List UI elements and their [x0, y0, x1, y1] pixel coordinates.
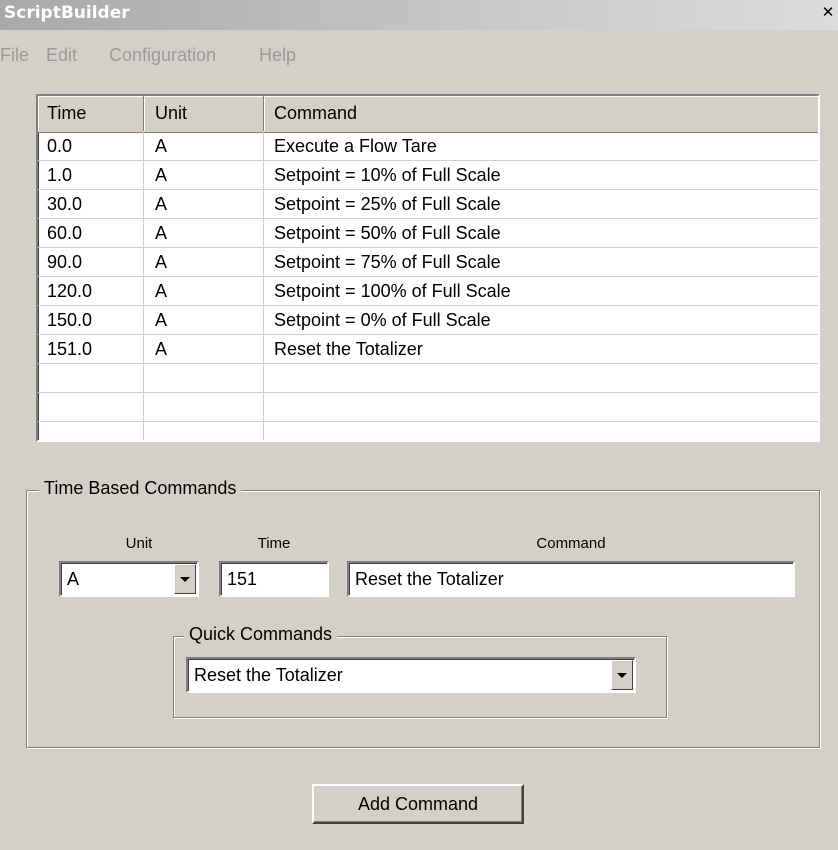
cell-unit: A [144, 248, 264, 276]
cell-time: 1.0 [38, 161, 144, 189]
command-table[interactable]: Time Unit Command 0.0 A Execute a Flow Tar… [36, 94, 820, 442]
add-command-button[interactable]: Add Command [312, 784, 524, 824]
time-label: Time [257, 535, 291, 552]
quick-commands-group: Quick Commands Reset the Totalizer [173, 624, 667, 718]
table-row[interactable]: 120.0 A Setpoint = 100% of Full Scale [38, 277, 818, 306]
table-row[interactable] [38, 364, 818, 393]
cell-time: 150.0 [38, 306, 144, 334]
cell-command: Setpoint = 100% of Full Scale [274, 281, 511, 301]
quick-commands-dropdown-button[interactable] [611, 660, 633, 690]
cell-unit: A [144, 306, 264, 334]
close-icon[interactable]: ✕ [820, 4, 836, 20]
menu-configuration[interactable]: Configuration [109, 45, 216, 66]
table-row[interactable] [38, 393, 818, 422]
table-header: Time Unit Command [38, 96, 818, 133]
time-input[interactable]: 151 [219, 561, 329, 597]
time-based-commands-group: Time Based Commands Unit Time Command A … [26, 478, 820, 748]
cell-command: Setpoint = 75% of Full Scale [274, 252, 501, 272]
cell-command: Setpoint = 50% of Full Scale [274, 223, 501, 243]
table-row[interactable]: 1.0 A Setpoint = 10% of Full Scale [38, 161, 818, 190]
command-input[interactable]: Reset the Totalizer [347, 561, 795, 597]
column-header-unit[interactable]: Unit [144, 96, 264, 131]
unit-select-value: A [67, 568, 80, 589]
time-input-value: 151 [227, 568, 258, 589]
cell-command [264, 422, 818, 440]
cell-unit: A [144, 132, 264, 160]
quick-commands-title: Quick Commands [184, 624, 338, 645]
table-row[interactable] [38, 422, 818, 440]
cell-command [264, 364, 818, 392]
unit-select[interactable]: A [59, 561, 199, 597]
cell-time: 90.0 [38, 248, 144, 276]
cell-time: 120.0 [38, 277, 144, 305]
cell-command: Reset the Totalizer [274, 339, 423, 359]
unit-label: Unit [125, 535, 153, 552]
table-row[interactable]: 151.0 A Reset the Totalizer [38, 335, 818, 364]
cell-time: 30.0 [38, 190, 144, 218]
time-based-commands-title: Time Based Commands [39, 478, 242, 499]
cell-unit: A [144, 161, 264, 189]
table-row[interactable]: 150.0 A Setpoint = 0% of Full Scale [38, 306, 818, 335]
cell-unit [144, 393, 264, 421]
quick-commands-value: Reset the Totalizer [194, 664, 343, 685]
cell-command: Setpoint = 0% of Full Scale [274, 310, 491, 330]
quick-commands-select[interactable]: Reset the Totalizer [186, 657, 636, 693]
cell-unit: A [144, 219, 264, 247]
window-title: ScriptBuilder [4, 3, 130, 23]
table-body: 0.0 A Execute a Flow Tare 1.0 A Setpoint = 1… [38, 132, 818, 440]
table-row[interactable]: 60.0 A Setpoint = 50% of Full Scale [38, 219, 818, 248]
command-input-value: Reset the Totalizer [355, 568, 504, 589]
cell-command: Setpoint = 25% of Full Scale [274, 194, 501, 214]
table-row[interactable]: 90.0 A Setpoint = 75% of Full Scale [38, 248, 818, 277]
column-header-command[interactable]: Command [264, 96, 818, 131]
cell-command: Execute a Flow Tare [274, 136, 437, 156]
table-row[interactable]: 0.0 A Execute a Flow Tare [38, 132, 818, 161]
command-label: Command [536, 535, 606, 552]
cell-unit: A [144, 190, 264, 218]
cell-command: Setpoint = 10% of Full Scale [274, 165, 501, 185]
cell-unit [144, 422, 264, 440]
table-row[interactable]: 30.0 A Setpoint = 25% of Full Scale [38, 190, 818, 219]
column-header-time[interactable]: Time [38, 96, 144, 131]
title-bar: ScriptBuilder ✕ [0, 0, 838, 30]
cell-unit [144, 364, 264, 392]
menu-file[interactable]: File [0, 45, 29, 66]
cell-time: 0.0 [38, 132, 144, 160]
chevron-down-icon [617, 672, 627, 678]
cell-time [38, 364, 144, 392]
cell-time: 60.0 [38, 219, 144, 247]
cell-command [264, 393, 818, 421]
cell-time [38, 422, 144, 440]
unit-dropdown-button[interactable] [174, 564, 196, 594]
chevron-down-icon [180, 576, 190, 582]
menu-edit[interactable]: Edit [46, 45, 77, 66]
cell-unit: A [144, 335, 264, 363]
cell-time: 151.0 [38, 335, 144, 363]
cell-unit: A [144, 277, 264, 305]
cell-time [38, 393, 144, 421]
menu-help[interactable]: Help [259, 45, 296, 66]
